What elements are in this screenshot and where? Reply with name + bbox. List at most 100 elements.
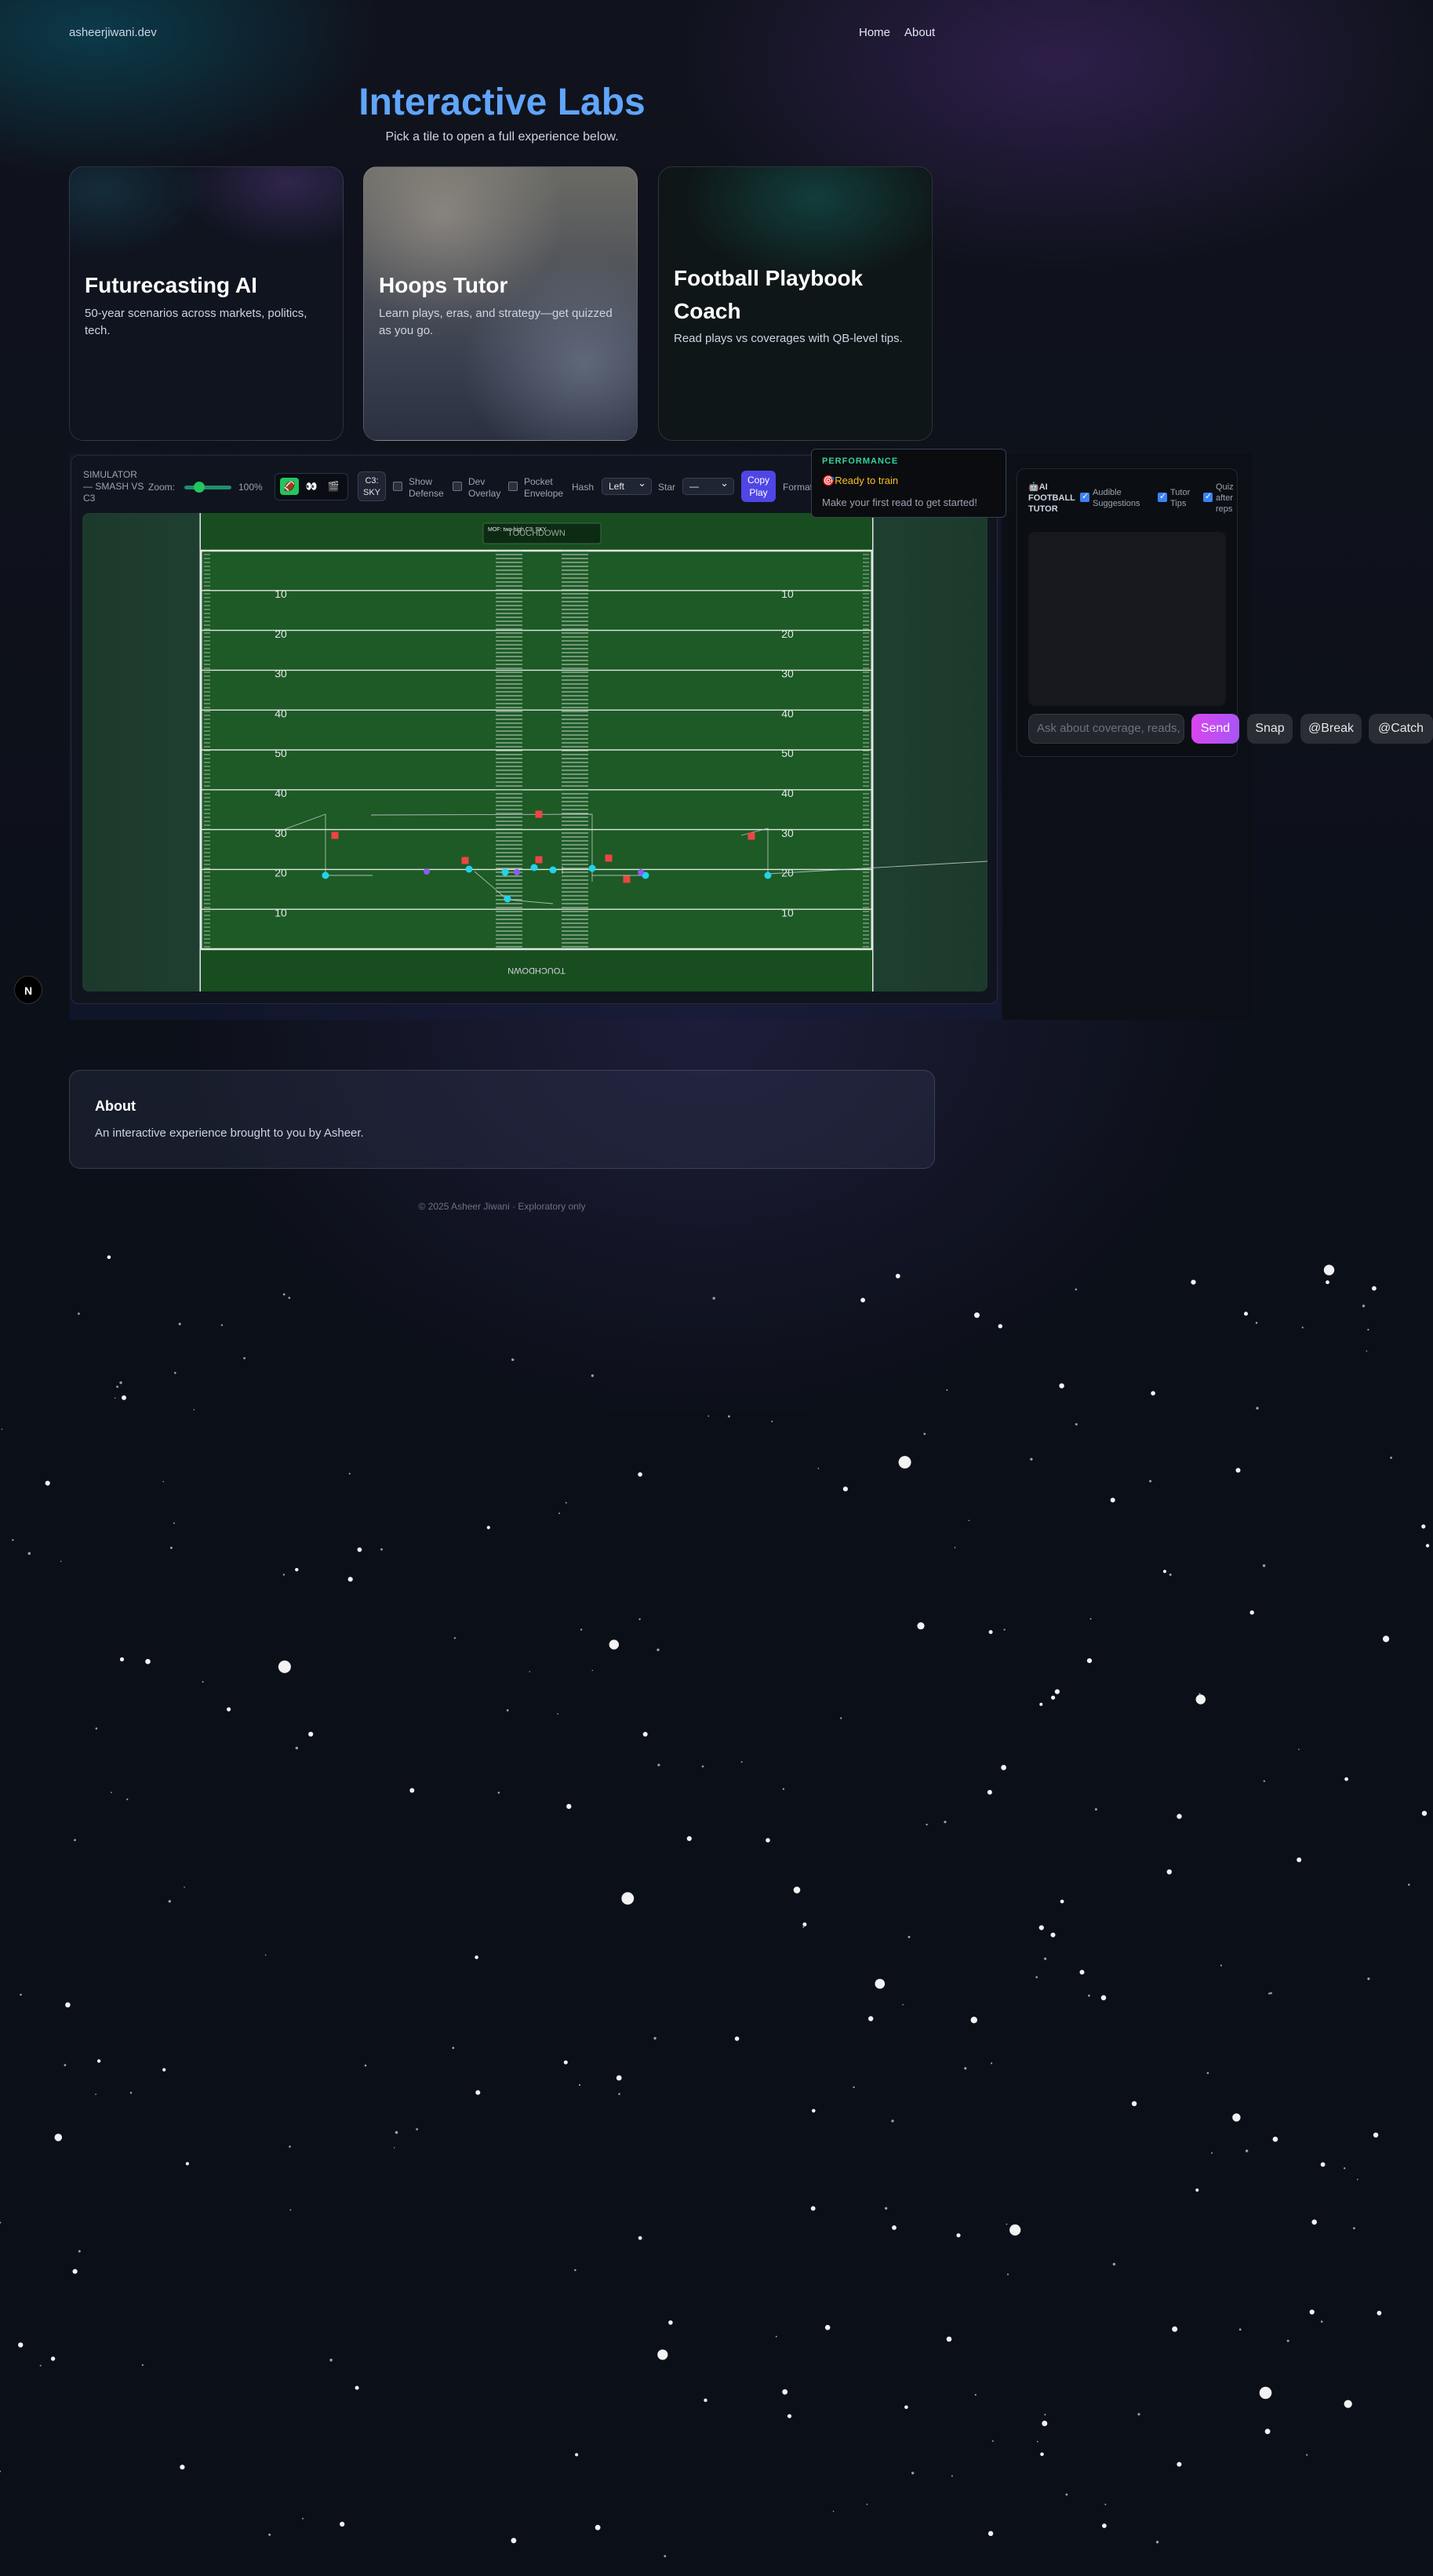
star: [1001, 1765, 1006, 1770]
football-field[interactable]: MOF: two-high C3: SKY TOUCHDOWN TOUCHDOW…: [82, 513, 987, 991]
field-view-button[interactable]: 🏈: [280, 478, 299, 495]
show-defense-checkbox[interactable]: [393, 482, 402, 491]
star: [988, 1630, 993, 1635]
star: [1383, 1635, 1390, 1643]
yard-number: 10: [781, 906, 794, 919]
star: [1272, 2136, 1278, 2142]
simulator-label: SIMULATOR — SMASH VS C3: [83, 469, 144, 504]
star: [72, 2269, 78, 2274]
star: [329, 2358, 333, 2362]
star: [787, 2414, 792, 2418]
chat-history[interactable]: [1028, 532, 1226, 706]
film-view-button[interactable]: 🎬: [324, 478, 343, 495]
star: [591, 1669, 594, 1672]
star: [1137, 2413, 1140, 2416]
zoom-slider[interactable]: [184, 486, 231, 489]
star: [119, 1381, 122, 1384]
star: [1195, 2189, 1199, 2192]
star: [45, 1480, 50, 1486]
star: [0, 2221, 2, 2224]
star: [638, 1472, 642, 1477]
star: [0, 2470, 2, 2472]
quiz-after-reps-checkbox[interactable]: [1203, 491, 1213, 502]
star: [1075, 1423, 1078, 1426]
coverage-button[interactable]: C3: SKY: [358, 471, 386, 501]
star: [393, 2147, 395, 2148]
pocket-envelope-checkbox[interactable]: [508, 482, 518, 491]
star: [173, 1522, 175, 1524]
star: [840, 1717, 842, 1719]
star: [1232, 2113, 1241, 2122]
star: [998, 1324, 1003, 1329]
tile-hoops-tutor[interactable]: Hoops Tutor Learn plays, eras, and strat…: [363, 166, 638, 441]
star: [169, 1546, 173, 1549]
hash-select[interactable]: Left: [602, 475, 652, 495]
field-canvas[interactable]: MOF: two-high C3: SKY TOUCHDOWN TOUCHDOW…: [82, 513, 987, 991]
break-button[interactable]: @Break: [1300, 714, 1362, 744]
defense-player: [623, 875, 631, 883]
star: [119, 1657, 125, 1661]
star: [1094, 1808, 1097, 1811]
star: [1344, 1777, 1348, 1781]
star: [60, 1560, 62, 1563]
offense-player: [764, 871, 772, 879]
star: [842, 1486, 848, 1492]
star: [453, 1637, 456, 1639]
page-subtitle: Pick a tile to open a full experience be…: [385, 130, 619, 144]
catch-button[interactable]: @Catch: [1369, 714, 1433, 744]
zoom-value: 100%: [238, 482, 263, 493]
yard-number: 30: [781, 827, 794, 839]
star: [1262, 1564, 1266, 1567]
snap-button[interactable]: Snap: [1247, 714, 1293, 744]
star: [1220, 1964, 1222, 1967]
star: [1177, 2461, 1182, 2467]
star: [1006, 2273, 1009, 2276]
offense-lineman: [424, 868, 430, 875]
star: [866, 2503, 868, 2505]
star: [1169, 1574, 1172, 1576]
star: [529, 1671, 530, 1672]
star: [511, 2538, 517, 2544]
star: [264, 1954, 267, 1956]
star-select[interactable]: —: [682, 475, 734, 495]
star: [193, 1409, 195, 1410]
star: [686, 1836, 692, 1841]
copy-play-button[interactable]: Copy Play: [741, 471, 776, 502]
performance-hint: Make your first read to get started!: [822, 497, 977, 508]
site-brand[interactable]: asheerjiwani.dev: [69, 26, 157, 39]
star: [638, 1618, 641, 1621]
star: [1079, 1970, 1085, 1975]
star: [1198, 1693, 1201, 1695]
yard-number: 40: [781, 707, 794, 719]
nav-about-link[interactable]: About: [904, 26, 935, 39]
star: [1425, 1544, 1430, 1548]
audible-suggestions-checkbox[interactable]: [1080, 491, 1089, 502]
dev-overlay-checkbox[interactable]: [453, 482, 462, 491]
star: [340, 2521, 345, 2527]
chat-input[interactable]: Ask about coverage, reads, or leverage…: [1028, 714, 1184, 744]
star: [1003, 1628, 1006, 1631]
star: [956, 2233, 961, 2238]
offense-player: [588, 864, 596, 872]
star: [917, 1622, 925, 1630]
star: [782, 1788, 785, 1790]
tile-futurecasting[interactable]: Futurecasting AI 50-year scenarios acros…: [69, 166, 344, 441]
star: [563, 2060, 568, 2065]
star: [1162, 1570, 1167, 1574]
nav-home-link[interactable]: Home: [859, 26, 890, 39]
star: [578, 2083, 581, 2087]
star: [1344, 2167, 1346, 2170]
star: [902, 2003, 904, 2006]
send-button[interactable]: Send: [1191, 714, 1239, 744]
zoom-slider-handle[interactable]: [194, 482, 205, 493]
star: [642, 1731, 648, 1737]
star: [185, 2162, 189, 2166]
defense-player: [535, 810, 543, 818]
tile-football-coach[interactable]: Football Playbook Coach Read plays vs co…: [658, 166, 933, 441]
nextjs-dev-badge[interactable]: N: [14, 976, 42, 1004]
tutor-tips-checkbox[interactable]: [1158, 491, 1167, 502]
star: [1408, 1883, 1410, 1886]
yard-number: 10: [275, 906, 287, 919]
eyes-view-button[interactable]: 👀: [302, 478, 321, 495]
star: [1421, 1810, 1428, 1816]
